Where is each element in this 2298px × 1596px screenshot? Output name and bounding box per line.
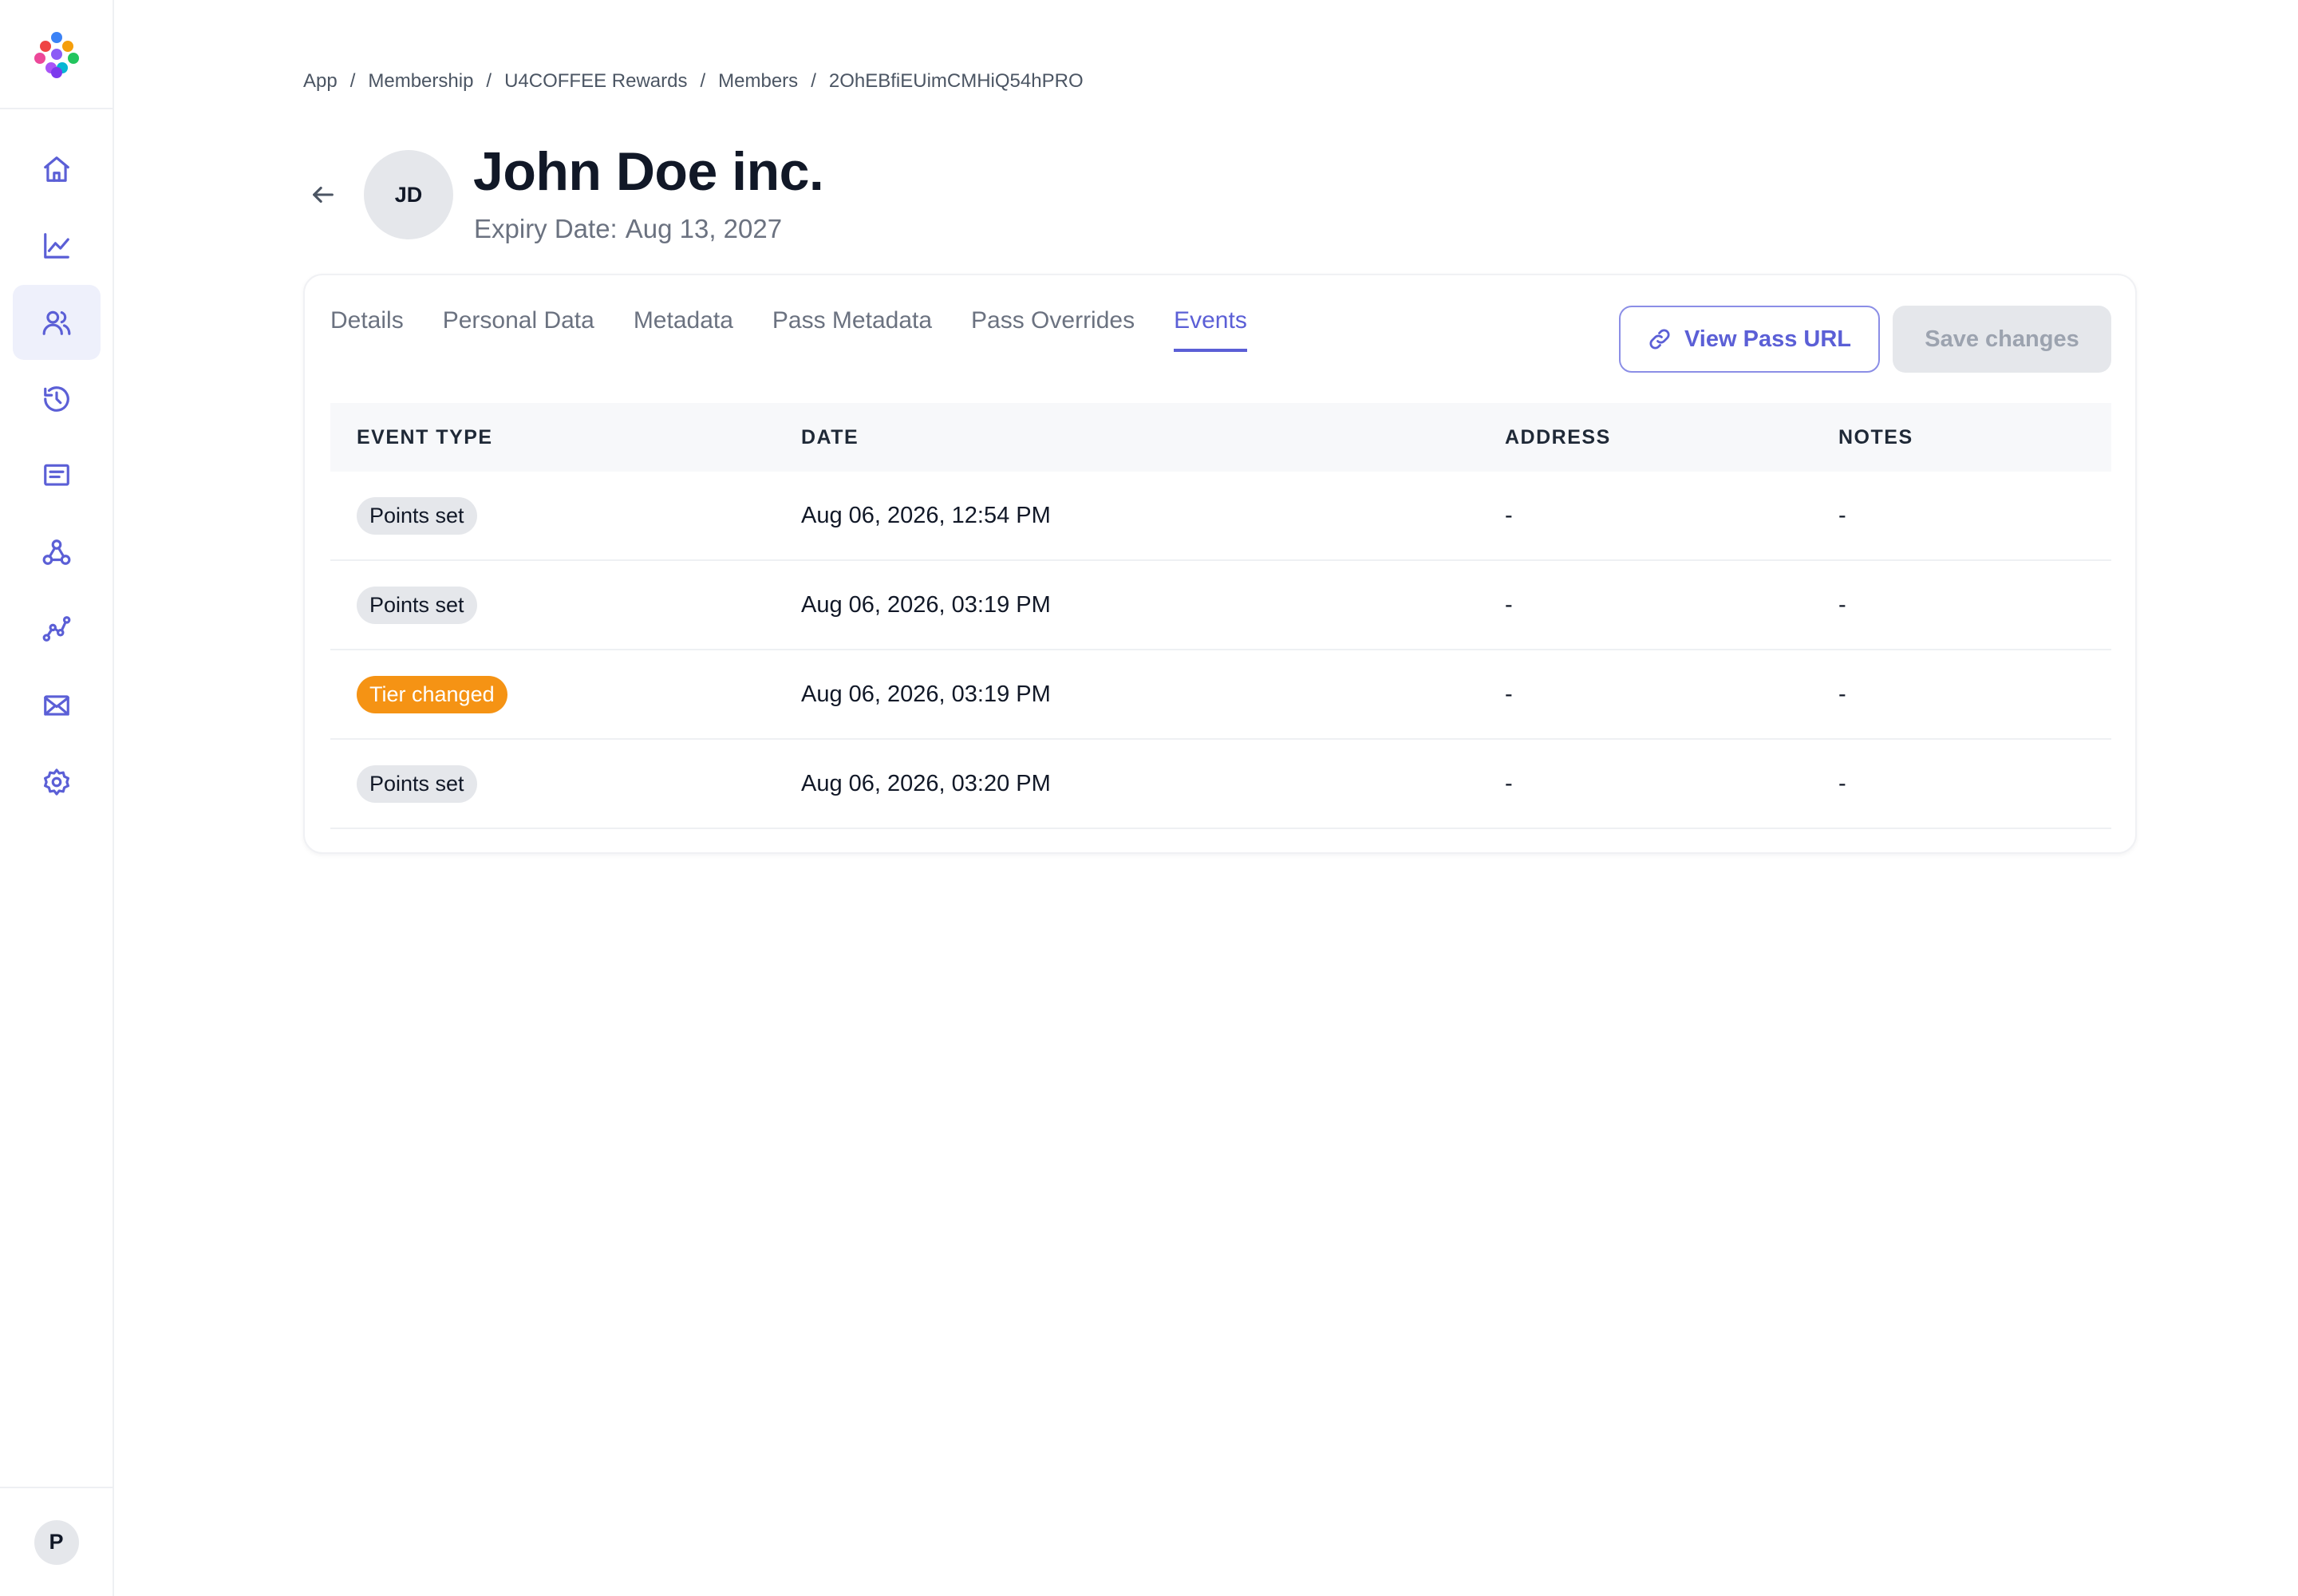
breadcrumb-member-id: 2OhEBfiEUimCMHiQ54hPRO	[828, 70, 1084, 92]
mail-icon	[43, 695, 69, 716]
view-pass-url-label: View Pass URL	[1684, 326, 1851, 352]
graph-icon	[42, 616, 70, 642]
table-row: Tier changed Aug 06, 2026, 03:19 PM - -	[330, 650, 2111, 740]
sidebar-item-history[interactable]	[13, 361, 101, 437]
column-header-notes: NOTES	[1838, 425, 1913, 448]
sidebar-item-flows[interactable]	[13, 591, 101, 666]
member-avatar: JD	[364, 150, 453, 239]
sidebar-item-analytics[interactable]	[13, 208, 101, 283]
event-address: -	[1505, 502, 1513, 528]
event-date: Aug 06, 2026, 03:19 PM	[801, 681, 1051, 707]
table-row: Points set Aug 06, 2026, 03:19 PM - -	[330, 561, 2111, 650]
tab-pass-overrides[interactable]: Pass Overrides	[971, 307, 1135, 352]
user-avatar[interactable]: P	[34, 1519, 79, 1565]
breadcrumb-membership[interactable]: Membership	[368, 70, 473, 93]
column-header-event-type: EVENT TYPE	[357, 425, 493, 448]
table-row: Points set Aug 06, 2026, 12:54 PM - -	[330, 472, 2111, 561]
event-notes: -	[1838, 502, 1846, 528]
tab-pass-metadata[interactable]: Pass Metadata	[772, 307, 932, 352]
event-address: -	[1505, 770, 1513, 796]
view-pass-url-button[interactable]: View Pass URL	[1619, 306, 1880, 373]
tab-bar: Details Personal Data Metadata Pass Meta…	[330, 307, 1286, 352]
expiry-value: Aug 13, 2027	[625, 214, 783, 243]
tab-details[interactable]: Details	[330, 307, 404, 352]
page-title: John Doe inc.	[473, 141, 824, 202]
event-type-badge: Points set	[357, 496, 477, 535]
tab-events[interactable]: Events	[1174, 307, 1247, 352]
event-notes: -	[1838, 770, 1846, 796]
tab-personal-data[interactable]: Personal Data	[443, 307, 594, 352]
chart-line-icon	[43, 233, 69, 259]
sidebar-item-webhooks[interactable]	[13, 515, 101, 590]
event-date: Aug 06, 2026, 03:20 PM	[801, 770, 1051, 796]
event-notes: -	[1838, 681, 1846, 707]
event-type-badge: Tier changed	[357, 675, 507, 713]
sidebar-item-settings[interactable]	[13, 745, 101, 820]
table-row: Points set Aug 06, 2026, 03:20 PM - -	[330, 740, 2111, 829]
event-address: -	[1505, 681, 1513, 707]
events-table: EVENT TYPE DATE ADDRESS NOTES Points set…	[330, 403, 2111, 829]
breadcrumb-app[interactable]: App	[303, 70, 338, 93]
column-header-address: ADDRESS	[1505, 425, 1611, 448]
breadcrumb-separator: /	[700, 70, 706, 92]
sidebar-nav	[0, 109, 113, 821]
sidebar-item-members[interactable]	[12, 285, 101, 360]
sidebar-item-home[interactable]	[13, 132, 101, 207]
sidebar-item-messages[interactable]	[13, 438, 101, 513]
breadcrumb-separator: /	[811, 70, 816, 92]
member-card: Details Personal Data Metadata Pass Meta…	[303, 274, 2137, 854]
app-logo[interactable]	[34, 31, 79, 78]
home-icon	[43, 156, 69, 182]
tab-metadata[interactable]: Metadata	[634, 307, 733, 352]
sidebar: P	[0, 0, 114, 1596]
breadcrumb-separator: /	[486, 70, 492, 92]
expiry-label: Expiry Date:	[474, 214, 618, 243]
main-content: App / Membership / U4COFFEE Rewards / Me…	[114, 0, 2298, 1596]
webhook-icon	[42, 539, 70, 565]
breadcrumb-separator: /	[349, 70, 356, 92]
save-changes-button[interactable]: Save changes	[1893, 306, 2111, 373]
expiry-date: Expiry Date: Aug 13, 2027	[474, 214, 782, 244]
logo-area	[0, 0, 113, 109]
breadcrumb-members[interactable]: Members	[718, 70, 798, 93]
sidebar-footer: P	[0, 1487, 113, 1596]
table-header: EVENT TYPE DATE ADDRESS NOTES	[330, 403, 2111, 472]
back-button[interactable]	[306, 177, 341, 212]
sidebar-item-email[interactable]	[13, 668, 101, 743]
breadcrumb: App / Membership / U4COFFEE Rewards / Me…	[303, 70, 1084, 93]
event-address: -	[1505, 591, 1513, 618]
users-icon	[42, 310, 70, 335]
arrow-left-icon	[313, 186, 334, 203]
message-icon	[43, 464, 69, 486]
link-icon	[1649, 329, 1670, 350]
event-notes: -	[1838, 591, 1846, 618]
gear-icon	[43, 768, 69, 796]
breadcrumb-program[interactable]: U4COFFEE Rewards	[504, 70, 687, 93]
event-type-badge: Points set	[357, 586, 477, 624]
history-icon	[43, 386, 69, 412]
column-header-date: DATE	[801, 425, 859, 448]
event-type-badge: Points set	[357, 764, 477, 803]
event-date: Aug 06, 2026, 12:54 PM	[801, 502, 1051, 528]
event-date: Aug 06, 2026, 03:19 PM	[801, 591, 1051, 618]
